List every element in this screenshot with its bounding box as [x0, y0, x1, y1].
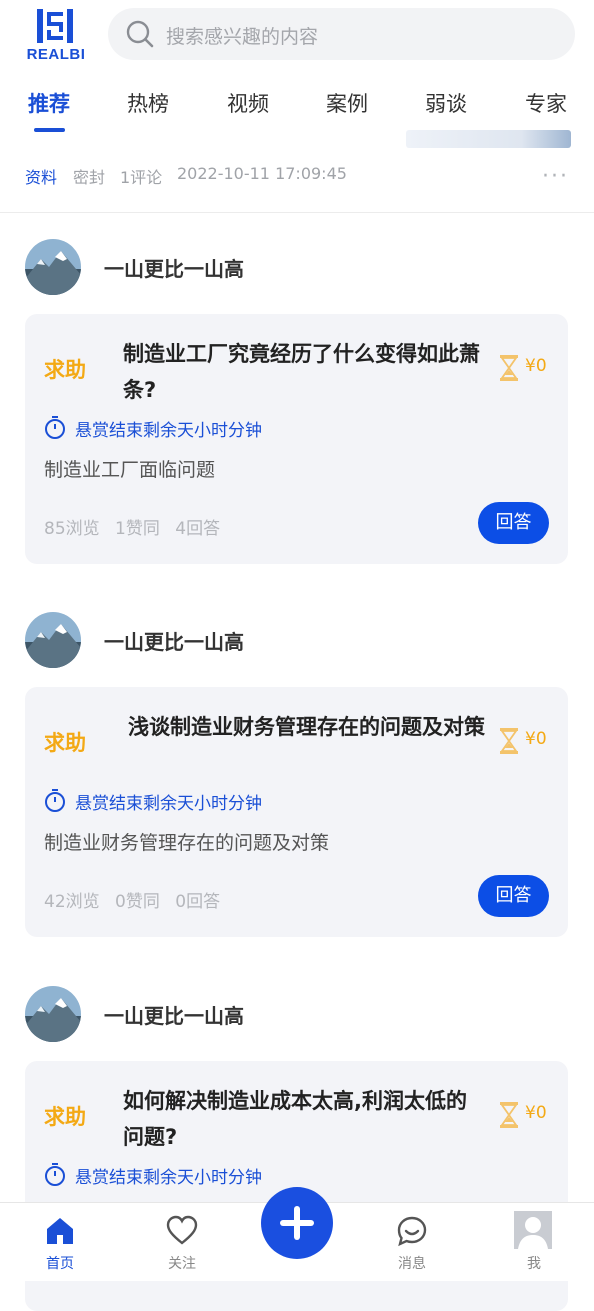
timer-text: 悬赏结束剩余天小时分钟	[75, 421, 262, 441]
author-name[interactable]: 一山更比一山高	[104, 253, 244, 282]
active-tab-indicator	[34, 128, 65, 132]
tab-video[interactable]: 视频	[227, 88, 269, 118]
stopwatch-icon	[45, 1163, 65, 1186]
nav-follow[interactable]: 关注	[132, 1203, 232, 1281]
views-count: 42浏览	[44, 892, 100, 912]
logo-text: REALBI	[26, 46, 86, 63]
post-stats: 85浏览 1赞同 4回答	[44, 514, 230, 539]
prev-item-comments: 1评论	[120, 168, 163, 187]
mountain-avatar-icon	[25, 239, 81, 295]
prev-item-thumbnail[interactable]	[406, 130, 571, 148]
prev-item-tag[interactable]: 资料	[25, 164, 57, 188]
help-badge: 求助	[44, 358, 86, 382]
stopwatch-icon	[45, 416, 65, 439]
reward-amount: ¥0	[525, 729, 547, 749]
chat-icon	[397, 1216, 427, 1247]
logo-mark-icon	[37, 9, 73, 43]
reward-amount: ¥0	[525, 1103, 547, 1123]
timer-text: 悬赏结束剩余天小时分钟	[75, 1168, 262, 1188]
author-avatar[interactable]	[25, 986, 81, 1042]
hourglass-icon	[500, 355, 518, 381]
nav-follow-label: 关注	[168, 1256, 196, 1272]
question-desc: 制造业工厂面临问题	[44, 459, 216, 481]
tab-talk[interactable]: 弱谈	[425, 88, 467, 118]
author-name[interactable]: 一山更比一山高	[104, 1000, 244, 1029]
answer-button[interactable]: 回答	[478, 502, 549, 544]
create-post-button[interactable]	[261, 1187, 333, 1259]
post-stats: 42浏览 0赞同 0回答	[44, 887, 230, 912]
author-name[interactable]: 一山更比一山高	[104, 626, 244, 655]
question-card[interactable]: 求助 制造业工厂究竟经历了什么变得如此萧条? ¥0 悬赏结束剩余天小时分钟 制造…	[25, 314, 568, 564]
answers-count: 0回答	[175, 892, 221, 912]
more-options-icon[interactable]: ···	[542, 164, 569, 189]
timer-text: 悬赏结束剩余天小时分钟	[75, 794, 262, 814]
mountain-avatar-icon	[25, 612, 81, 668]
help-badge: 求助	[44, 1105, 86, 1129]
nav-messages[interactable]: 消息	[362, 1203, 462, 1281]
divider	[0, 212, 594, 213]
search-placeholder: 搜索感兴趣的内容	[166, 26, 319, 48]
tab-experts[interactable]: 专家	[525, 88, 567, 118]
tab-hot[interactable]: 热榜	[127, 88, 169, 118]
nav-home-label: 首页	[46, 1256, 74, 1272]
search-icon	[126, 20, 154, 48]
answers-count: 4回答	[175, 519, 221, 539]
tab-cases[interactable]: 案例	[326, 88, 368, 118]
question-title[interactable]: 如何解决制造业成本太高,利润太低的问题?	[123, 1083, 483, 1155]
likes-count: 1赞同	[115, 519, 160, 539]
likes-count: 0赞同	[115, 892, 160, 912]
hourglass-icon	[500, 1102, 518, 1128]
help-badge: 求助	[44, 731, 86, 755]
header: REALBI 搜索感兴趣的内容	[0, 0, 594, 70]
realbi-logo[interactable]: REALBI	[18, 8, 94, 64]
reward-amount: ¥0	[525, 356, 547, 376]
search-bar[interactable]: 搜索感兴趣的内容	[108, 8, 575, 60]
nav-messages-label: 消息	[398, 1256, 426, 1272]
stopwatch-icon	[45, 789, 65, 812]
plus-icon	[280, 1206, 314, 1240]
avatar-icon	[514, 1211, 552, 1249]
home-icon	[47, 1218, 73, 1244]
answer-button[interactable]: 回答	[478, 875, 549, 917]
question-title[interactable]: 浅谈制造业财务管理存在的问题及对策	[128, 709, 488, 745]
prev-item-time: 2022-10-11 17:09:45	[177, 164, 347, 183]
nav-home[interactable]: 首页	[10, 1203, 110, 1281]
prev-item-meta: 资料 密封 1评论 2022-10-11 17:09:45 ···	[25, 164, 575, 190]
question-title[interactable]: 制造业工厂究竟经历了什么变得如此萧条?	[123, 336, 483, 408]
nav-me[interactable]: 我	[484, 1203, 584, 1281]
author-avatar[interactable]	[25, 239, 81, 295]
hourglass-icon	[500, 728, 518, 754]
nav-me-label: 我	[527, 1256, 541, 1272]
mountain-avatar-icon	[25, 986, 81, 1042]
category-tabs: 推荐 热榜 视频 案例 弱谈 专家	[0, 80, 594, 136]
question-card[interactable]: 求助 浅谈制造业财务管理存在的问题及对策 ¥0 悬赏结束剩余天小时分钟 制造业财…	[25, 687, 568, 937]
prev-item-status: 密封	[73, 168, 106, 187]
views-count: 85浏览	[44, 519, 100, 539]
author-avatar[interactable]	[25, 612, 81, 668]
heart-icon	[166, 1215, 198, 1245]
question-desc: 制造业财务管理存在的问题及对策	[44, 832, 330, 854]
tab-recommend[interactable]: 推荐	[28, 88, 70, 118]
